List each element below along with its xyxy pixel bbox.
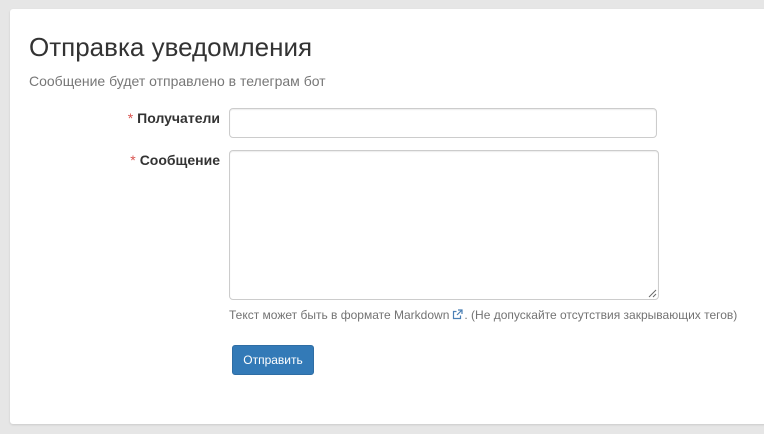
page-subtitle: Сообщение будет отправлено в телеграм бо… [29, 73, 326, 89]
submit-button[interactable]: Отправить [232, 345, 314, 375]
help-suffix: . (Не допускайте отсутствия закрывающих … [464, 308, 738, 322]
resize-grip-icon[interactable] [648, 289, 657, 298]
help-text: Текст может быть в формате Markdown . (Н… [229, 308, 737, 322]
message-label-text: Сообщение [139, 152, 220, 168]
required-mark: * [130, 152, 136, 168]
help-prefix: Текст может быть в формате [229, 308, 391, 322]
message-textarea[interactable] [229, 150, 659, 300]
recipients-label: * Получатели [128, 110, 220, 126]
recipients-input[interactable] [229, 108, 657, 138]
message-label: * Сообщение [130, 152, 220, 168]
required-mark: * [127, 110, 134, 126]
recipients-label-text: Получатели [137, 110, 220, 126]
notification-panel: Отправка уведомления Сообщение будет отп… [10, 9, 764, 424]
external-link-icon[interactable] [452, 309, 463, 320]
markdown-link[interactable]: Markdown [394, 308, 449, 322]
page-title: Отправка уведомления [29, 32, 313, 62]
